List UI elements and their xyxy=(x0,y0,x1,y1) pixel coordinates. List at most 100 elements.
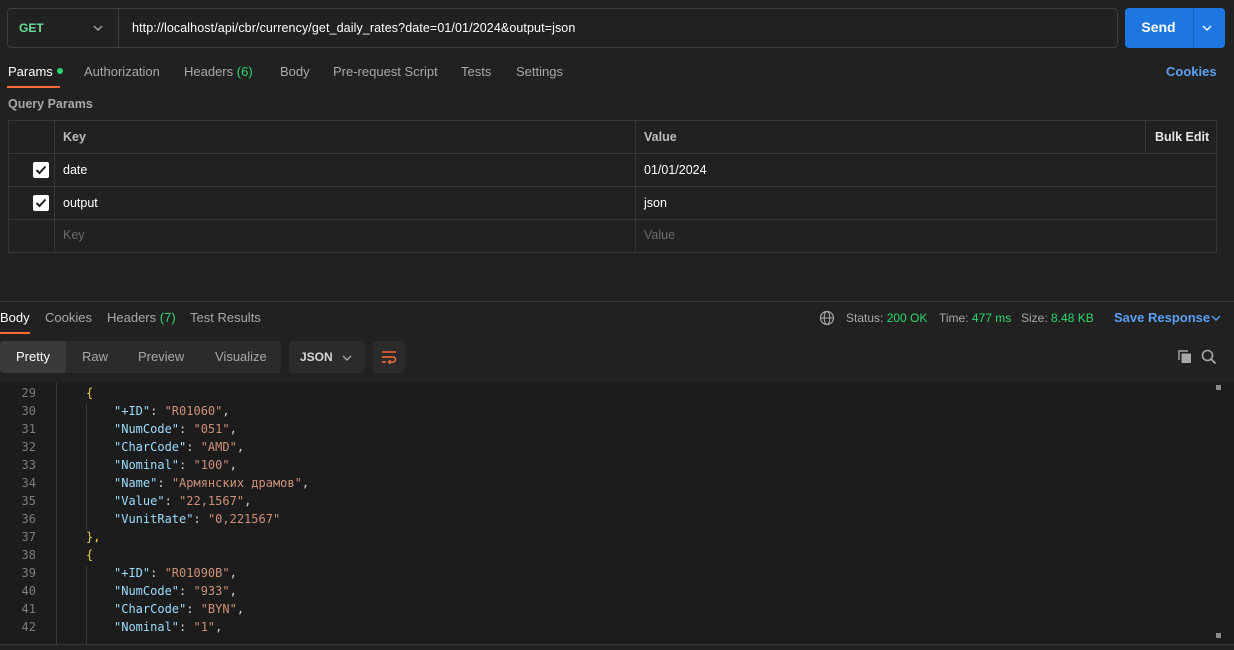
headers-count: (6) xyxy=(236,64,253,79)
url-input[interactable]: http://localhost/api/cbr/currency/get_da… xyxy=(132,21,575,35)
params-table: Key Value Bulk Edit date 01/01/2024 outp… xyxy=(8,120,1217,253)
punctuation: : xyxy=(179,620,194,634)
globe-icon[interactable] xyxy=(819,310,835,326)
brace: { xyxy=(86,548,94,562)
divider xyxy=(118,9,119,47)
json-value: "933" xyxy=(193,584,230,598)
active-tab-indicator xyxy=(0,332,30,334)
divider xyxy=(9,186,1216,187)
divider xyxy=(1145,121,1146,154)
param-value-input[interactable]: 01/01/2024 xyxy=(644,163,707,177)
format-select[interactable]: JSON xyxy=(289,341,365,373)
brace: { xyxy=(86,386,94,400)
punctuation: : xyxy=(186,440,201,454)
code-text: "+ID": "R01090B", xyxy=(114,566,237,580)
code-text: { xyxy=(86,386,93,400)
line-number: 33 xyxy=(21,458,36,472)
url-bar: GET http://localhost/api/cbr/currency/ge… xyxy=(7,8,1118,48)
indent-guide xyxy=(86,404,87,530)
wrap-lines-button[interactable] xyxy=(373,341,405,373)
tab-response-headers[interactable]: Headers (7) xyxy=(107,310,176,325)
scrollbar-arrow-up[interactable] xyxy=(1216,385,1221,390)
punctuation: , xyxy=(244,494,252,508)
tab-tests[interactable]: Tests xyxy=(461,64,491,79)
chevron-down-icon[interactable] xyxy=(1201,22,1213,34)
chevron-down-icon[interactable] xyxy=(1210,312,1222,324)
tab-headers[interactable]: Headers (6) xyxy=(184,64,253,79)
active-tab-indicator xyxy=(7,86,60,88)
chevron-down-icon[interactable] xyxy=(92,22,104,34)
punctuation: : xyxy=(179,422,194,436)
param-key-input[interactable]: output xyxy=(63,196,98,210)
column-header-value: Value xyxy=(644,130,677,144)
tab-settings[interactable]: Settings xyxy=(516,64,563,79)
divider xyxy=(1193,8,1194,48)
line-number: 31 xyxy=(21,422,36,436)
line-number: 35 xyxy=(21,494,36,508)
code-text: { xyxy=(86,548,93,562)
punctuation: : xyxy=(164,494,180,508)
line-number: 41 xyxy=(21,602,36,616)
line-number: 40 xyxy=(21,584,36,598)
bulk-edit-button[interactable]: Bulk Edit xyxy=(1155,130,1209,144)
tab-label: Headers xyxy=(184,64,234,79)
tab-body[interactable]: Body xyxy=(280,64,310,79)
json-key: "NumCode" xyxy=(114,584,180,598)
wrap-lines-icon xyxy=(382,351,397,365)
cookies-link[interactable]: Cookies xyxy=(1166,64,1217,79)
method-select[interactable]: GET xyxy=(19,21,44,35)
json-value: "051" xyxy=(193,422,230,436)
punctuation: , xyxy=(222,404,230,418)
code-text: "VunitRate": "0,221567" xyxy=(114,512,280,526)
json-key: "CharCode" xyxy=(114,440,187,454)
tab-test-results[interactable]: Test Results xyxy=(190,310,261,325)
param-checkbox[interactable] xyxy=(33,162,49,178)
scrollbar-arrow-down[interactable] xyxy=(1216,633,1221,638)
punctuation: : xyxy=(150,566,165,580)
response-body-editor[interactable]: 29 {30 "+ID": "R01060", 31 "NumCode": "051",… xyxy=(0,383,1234,644)
divider xyxy=(635,121,636,252)
format-label: JSON xyxy=(300,350,333,364)
view-preview-button[interactable]: Preview xyxy=(138,349,184,364)
param-checkbox[interactable] xyxy=(33,195,49,211)
send-label[interactable]: Send xyxy=(1125,19,1192,35)
save-response-button[interactable]: Save Response xyxy=(1114,310,1210,325)
punctuation: : xyxy=(193,512,208,526)
code-text: "Nominal": "1", xyxy=(114,620,222,634)
tab-response-body[interactable]: Body xyxy=(0,310,30,325)
new-param-value-input[interactable]: Value xyxy=(644,228,675,242)
punctuation: , xyxy=(229,584,237,598)
param-value-input[interactable]: json xyxy=(644,196,667,210)
json-key: "NumCode" xyxy=(114,422,180,436)
send-button[interactable]: Send xyxy=(1125,8,1225,48)
line-number: 29 xyxy=(21,386,36,400)
line-number: 39 xyxy=(21,566,36,580)
code-text: }, xyxy=(86,530,100,544)
code-text: "NumCode": "933", xyxy=(114,584,237,598)
tab-label: Params xyxy=(8,64,53,79)
view-visualize-button[interactable]: Visualize xyxy=(215,349,267,364)
copy-icon[interactable] xyxy=(1177,349,1193,365)
punctuation: : xyxy=(150,404,165,418)
punctuation: , xyxy=(301,476,310,490)
param-key-input[interactable]: date xyxy=(63,163,87,177)
tab-params[interactable]: Params xyxy=(8,64,63,79)
line-number: 34 xyxy=(21,476,36,490)
json-value: "0,221567" xyxy=(207,512,281,526)
view-raw-button[interactable]: Raw xyxy=(82,349,108,364)
tab-authorization[interactable]: Authorization xyxy=(84,64,160,79)
code-text: "Name": "Армянских драмов", xyxy=(114,476,309,490)
divider xyxy=(54,121,55,252)
search-icon[interactable] xyxy=(1201,349,1217,365)
new-param-key-input[interactable]: Key xyxy=(63,228,85,242)
line-number: 32 xyxy=(21,440,36,454)
punctuation: , xyxy=(236,440,245,454)
tab-response-cookies[interactable]: Cookies xyxy=(45,310,92,325)
json-key: "CharCode" xyxy=(114,602,187,616)
view-pretty-button[interactable]: Pretty xyxy=(16,349,50,364)
json-key: "Nominal" xyxy=(114,620,180,634)
punctuation: , xyxy=(229,458,237,472)
line-number: 30 xyxy=(21,404,36,418)
tab-pre-request-script[interactable]: Pre-request Script xyxy=(333,64,438,79)
json-value: "100" xyxy=(193,458,230,472)
